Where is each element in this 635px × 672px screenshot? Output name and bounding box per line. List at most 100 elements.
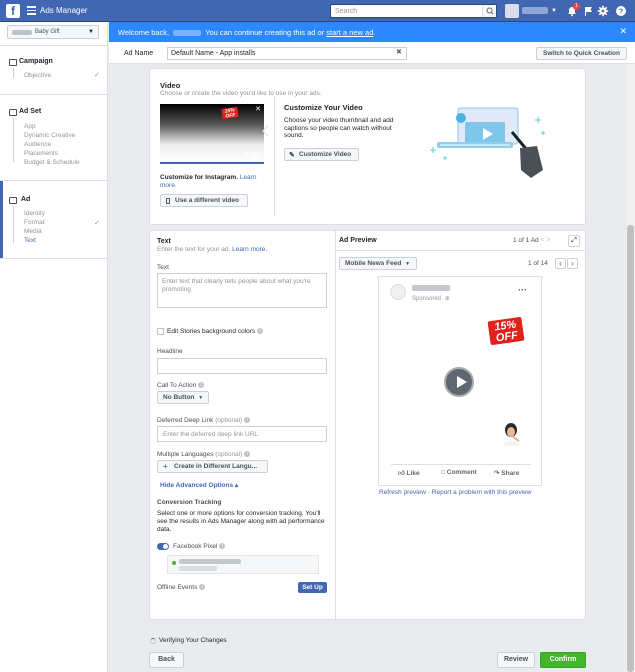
- menu-icon[interactable]: [27, 6, 36, 15]
- offline-events-label: Offline Events: [157, 584, 198, 591]
- video-section-subtitle: Choose or create the video you'd like to…: [160, 90, 322, 97]
- create-different-language-button[interactable]: + Create in Different Langu...: [157, 460, 268, 473]
- search-icon[interactable]: [482, 5, 496, 17]
- ad-name-label: Ad Name: [124, 50, 154, 57]
- headline-input[interactable]: [157, 358, 327, 374]
- facebook-logo-icon[interactable]: f: [6, 4, 20, 18]
- ad-set-icon: [9, 109, 17, 116]
- scrollbar-thumb[interactable]: [627, 225, 634, 672]
- welcome-banner: Welcome back, You can continue creating …: [109, 22, 635, 42]
- headline-label: Headline: [157, 348, 183, 355]
- chevron-right-icon[interactable]: >: [546, 237, 550, 244]
- info-icon[interactable]: i: [198, 382, 205, 389]
- stories-background-checkbox[interactable]: [157, 328, 164, 335]
- customize-video-title: Customize Your Video: [284, 103, 363, 112]
- chevron-left-icon[interactable]: <: [540, 237, 544, 244]
- more-options-icon[interactable]: ···: [518, 285, 527, 295]
- video-thumbnail[interactable]: 15% OFF ✕ 0:06: [160, 104, 264, 164]
- comment-button[interactable]: □ Comment: [441, 469, 477, 476]
- hide-advanced-options-link[interactable]: Hide Advanced Options ▴: [160, 481, 238, 489]
- check-icon: ✓: [94, 220, 100, 227]
- facebook-pixel-label-row: Facebook Pixel i: [173, 543, 226, 550]
- tree-line: [13, 68, 14, 78]
- help-icon[interactable]: ?: [615, 5, 627, 17]
- play-icon[interactable]: [444, 367, 474, 397]
- placement-dropdown[interactable]: Mobile News Feed ▼: [339, 257, 417, 270]
- back-button[interactable]: Back: [149, 652, 184, 668]
- refresh-preview-link[interactable]: Refresh preview: [379, 489, 426, 496]
- ad-text-placeholder: Enter text that clearly tells people abo…: [162, 278, 311, 293]
- report-problem-link[interactable]: Report a problem with this preview: [432, 489, 532, 496]
- customize-video-description: Choose your video thumbnail and add capt…: [284, 117, 394, 139]
- placement-value: Mobile News Feed: [345, 260, 402, 267]
- share-icon: ↷: [494, 470, 500, 477]
- previous-placement-button[interactable]: ‹: [555, 258, 566, 269]
- close-icon[interactable]: ✕: [619, 26, 627, 37]
- multi-lang-label-row: Multiple Languages (optional) i: [157, 451, 251, 458]
- info-icon[interactable]: i: [244, 417, 251, 424]
- sidebar-subitem-budget-schedule[interactable]: Budget & Schedule: [24, 159, 80, 166]
- ad-account-select[interactable]: Baby Gift ▼: [7, 25, 99, 39]
- sidebar-item-ad[interactable]: Ad: [21, 196, 30, 203]
- like-button[interactable]: 👍︎ Like: [398, 469, 420, 477]
- link-separator: ·: [427, 489, 430, 496]
- sidebar-subitem-identity[interactable]: Identity: [24, 210, 45, 217]
- sidebar-subitem-text[interactable]: Text: [24, 237, 36, 244]
- sidebar-subitem-dynamic-creative[interactable]: Dynamic Creative: [24, 132, 75, 139]
- vertical-divider: [274, 96, 275, 216]
- chevron-down-icon: ▼: [88, 29, 94, 35]
- deep-link-placeholder: Enter the deferred deep link URL: [163, 431, 259, 438]
- facebook-pixel-toggle[interactable]: [157, 543, 169, 550]
- cta-label: Call To Action: [157, 382, 197, 389]
- text-section-title: Text: [157, 238, 171, 245]
- close-icon[interactable]: ✕: [255, 105, 261, 113]
- flag-icon[interactable]: [582, 5, 594, 17]
- hide-advanced-options-label: Hide Advanced Options: [160, 482, 234, 489]
- notification-count-badge: 1: [573, 3, 580, 10]
- share-button[interactable]: ↷ Share: [494, 469, 519, 477]
- share-label: Share: [501, 470, 520, 477]
- clear-icon[interactable]: ✖: [396, 48, 402, 56]
- use-different-video-label: Use a different video: [175, 197, 239, 204]
- deep-link-input[interactable]: Enter the deferred deep link URL: [157, 426, 327, 442]
- info-icon[interactable]: i: [199, 584, 206, 591]
- ad-text-textarea[interactable]: Enter text that clearly tells people abo…: [157, 273, 327, 308]
- use-different-video-button[interactable]: Use a different video: [160, 194, 248, 207]
- gear-icon[interactable]: [597, 5, 609, 17]
- sidebar-subitem-placements[interactable]: Placements: [24, 150, 58, 157]
- account-menu[interactable]: ▼: [505, 4, 557, 18]
- customize-video-label: Customize Video: [299, 151, 352, 158]
- sidebar-subitem-audience[interactable]: Audience: [24, 141, 51, 148]
- switch-quick-creation-button[interactable]: Switch to Quick Creation: [536, 47, 627, 60]
- sponsored-text: Sponsored: [412, 296, 442, 302]
- app-title[interactable]: Ads Manager: [40, 6, 88, 15]
- review-button[interactable]: Review: [497, 652, 535, 668]
- sidebar-item-campaign[interactable]: Campaign: [19, 58, 53, 65]
- sidebar-item-ad-set[interactable]: Ad Set: [19, 108, 41, 115]
- next-placement-button[interactable]: ›: [567, 258, 578, 269]
- sidebar-subitem-media[interactable]: Media: [24, 228, 42, 235]
- learn-more-link[interactable]: Learn more.: [232, 246, 267, 253]
- sidebar-subitem-app[interactable]: App: [24, 123, 36, 130]
- ad-name-input[interactable]: Default Name - App installs: [167, 47, 407, 60]
- deep-link-label-row: Deferred Deep Link (optional) i: [157, 417, 251, 424]
- confirm-button[interactable]: Confirm: [540, 652, 586, 668]
- pixel-selector[interactable]: [167, 555, 319, 574]
- banner-prefix: Welcome back,: [118, 28, 170, 37]
- info-icon[interactable]: i: [256, 328, 263, 335]
- sidebar-subitem-format[interactable]: Format: [24, 219, 45, 226]
- start-new-ad-link[interactable]: start a new ad: [326, 28, 373, 37]
- open-external-icon[interactable]: ⤢: [568, 235, 580, 247]
- customize-video-button[interactable]: ✎ Customize Video: [284, 148, 359, 161]
- info-icon[interactable]: i: [244, 451, 251, 458]
- info-icon[interactable]: i: [219, 543, 226, 550]
- search-input[interactable]: Search: [330, 4, 497, 18]
- stories-background-text: Edit Stories background colors: [167, 328, 256, 335]
- sidebar-subitem-objective[interactable]: Objective: [24, 72, 51, 79]
- chevron-up-icon: ▴: [234, 482, 239, 489]
- set-up-button[interactable]: Set Up: [298, 582, 327, 593]
- person-image: [502, 423, 520, 446]
- search-placeholder: Search: [335, 8, 358, 15]
- sponsored-label: Sponsored ·⊕: [412, 295, 450, 302]
- call-to-action-dropdown[interactable]: No Button ▼: [157, 391, 209, 404]
